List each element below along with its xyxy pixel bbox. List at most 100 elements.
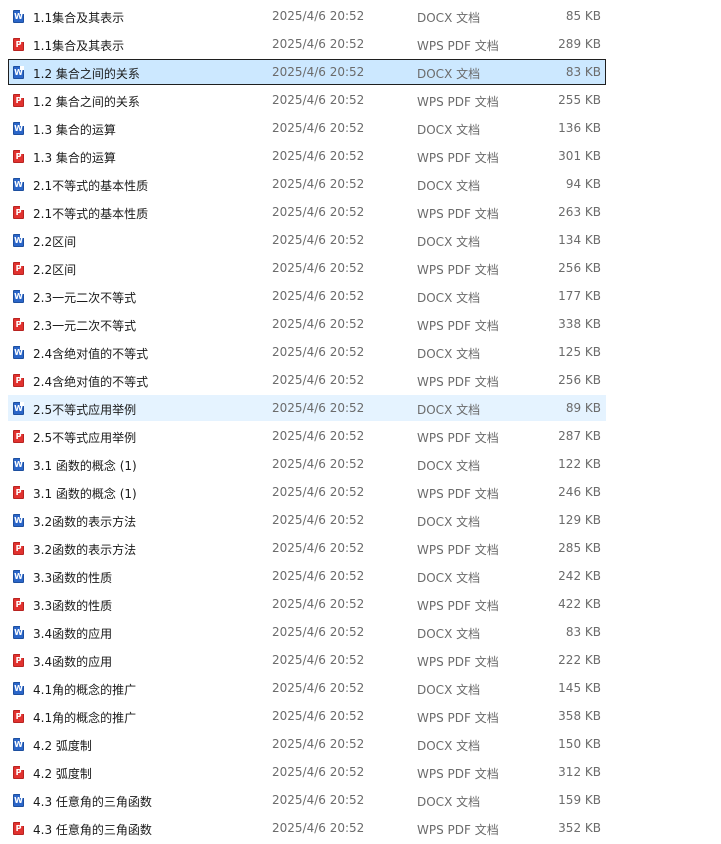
file-size: 145 KB — [558, 681, 601, 695]
file-date-modified: 2025/4/6 20:52 — [272, 289, 365, 303]
file-row[interactable]: 3.1 函数的概念 (1) 2025/4/6 20:52 WPS PDF 文档 246… — [8, 479, 606, 505]
file-name: 1.2 集合之间的关系 — [33, 67, 140, 81]
file-name: 4.2 弧度制 — [33, 767, 92, 781]
file-date-modified: 2025/4/6 20:52 — [272, 793, 365, 807]
file-row[interactable]: 1.1集合及其表示 2025/4/6 20:52 WPS PDF 文档 289 KB — [8, 31, 606, 57]
file-row[interactable]: 3.2函数的表示方法 2025/4/6 20:52 DOCX 文档 129 KB — [8, 507, 606, 533]
file-list: 1.1集合及其表示2025/4/6 20:52DOCX 文档85 KB1.1集合… — [0, 3, 721, 843]
file-size: 256 KB — [558, 373, 601, 387]
file-type: DOCX 文档 — [417, 291, 481, 305]
word-doc-icon — [13, 290, 24, 303]
file-size: 287 KB — [558, 429, 601, 443]
file-size: 150 KB — [558, 737, 601, 751]
file-date-modified: 2025/4/6 20:52 — [272, 233, 365, 247]
file-date-modified: 2025/4/6 20:52 — [272, 65, 365, 79]
word-doc-icon — [13, 10, 24, 23]
file-date-modified: 2025/4/6 20:52 — [272, 625, 365, 639]
file-row[interactable]: 3.1 函数的概念 (1) 2025/4/6 20:52 DOCX 文档 122 KB — [8, 451, 606, 477]
file-size: 289 KB — [558, 37, 601, 51]
file-type: WPS PDF 文档 — [417, 375, 499, 389]
file-row[interactable]: 2.1不等式的基本性质 2025/4/6 20:52 DOCX 文档 94 KB — [8, 171, 606, 197]
file-date-modified: 2025/4/6 20:52 — [272, 821, 365, 835]
word-doc-icon — [13, 626, 24, 639]
file-date-modified: 2025/4/6 20:52 — [272, 345, 365, 359]
file-row[interactable]: 2.2区间 2025/4/6 20:52 DOCX 文档 134 KB — [8, 227, 606, 253]
file-row[interactable]: 2.4含绝对值的不等式 2025/4/6 20:52 WPS PDF 文档 256 K… — [8, 367, 606, 393]
file-size: 134 KB — [558, 233, 601, 247]
file-size: 222 KB — [558, 653, 601, 667]
file-type: WPS PDF 文档 — [417, 39, 499, 53]
pdf-icon — [13, 318, 24, 331]
file-date-modified: 2025/4/6 20:52 — [272, 457, 365, 471]
file-type: WPS PDF 文档 — [417, 823, 499, 837]
pdf-icon — [13, 486, 24, 499]
file-date-modified: 2025/4/6 20:52 — [272, 149, 365, 163]
pdf-icon — [13, 822, 24, 835]
file-row[interactable]: 1.2 集合之间的关系 2025/4/6 20:52 WPS PDF 文档 255 K… — [8, 87, 606, 113]
file-size: 125 KB — [558, 345, 601, 359]
word-doc-icon — [13, 346, 24, 359]
file-name: 3.3函数的性质 — [33, 571, 113, 585]
file-row[interactable]: 4.1角的概念的推广 2025/4/6 20:52 DOCX 文档 145 KB — [8, 675, 606, 701]
file-date-modified: 2025/4/6 20:52 — [272, 261, 365, 275]
file-date-modified: 2025/4/6 20:52 — [272, 121, 365, 135]
file-row[interactable]: 3.3函数的性质 2025/4/6 20:52 DOCX 文档 242 KB — [8, 563, 606, 589]
pdf-icon — [13, 206, 24, 219]
file-name: 3.1 函数的概念 (1) — [33, 487, 137, 501]
file-date-modified: 2025/4/6 20:52 — [272, 597, 365, 611]
file-row[interactable]: 3.2函数的表示方法 2025/4/6 20:52 WPS PDF 文档 285 KB — [8, 535, 606, 561]
file-name: 3.2函数的表示方法 — [33, 543, 137, 557]
file-size: 159 KB — [558, 793, 601, 807]
file-size: 85 KB — [565, 9, 601, 23]
file-date-modified: 2025/4/6 20:52 — [272, 401, 365, 415]
word-doc-icon — [13, 514, 24, 527]
file-type: DOCX 文档 — [417, 459, 481, 473]
file-date-modified: 2025/4/6 20:52 — [272, 569, 365, 583]
file-type: WPS PDF 文档 — [417, 599, 499, 613]
pdf-icon — [13, 542, 24, 555]
file-type: DOCX 文档 — [417, 739, 481, 753]
file-row[interactable]: 1.3 集合的运算 2025/4/6 20:52 WPS PDF 文档 301 KB — [8, 143, 606, 169]
file-row[interactable]: 2.2区间 2025/4/6 20:52 WPS PDF 文档 256 KB — [8, 255, 606, 281]
file-name: 1.1集合及其表示 — [33, 11, 125, 25]
file-size: 312 KB — [558, 765, 601, 779]
file-row[interactable]: 3.4函数的应用 2025/4/6 20:52 DOCX 文档 83 KB — [8, 619, 606, 645]
file-row[interactable]: 2.3一元二次不等式 2025/4/6 20:52 WPS PDF 文档 338 KB — [8, 311, 606, 337]
file-row[interactable]: 4.2 弧度制 2025/4/6 20:52 DOCX 文档 150 KB — [8, 731, 606, 757]
file-type: WPS PDF 文档 — [417, 655, 499, 669]
pdf-icon — [13, 430, 24, 443]
file-name: 4.1角的概念的推广 — [33, 683, 137, 697]
file-name: 4.1角的概念的推广 — [33, 711, 137, 725]
file-row[interactable]: 1.1集合及其表示 2025/4/6 20:52 DOCX 文档 85 KB — [8, 3, 606, 29]
file-type: WPS PDF 文档 — [417, 207, 499, 221]
file-name: 4.3 任意角的三角函数 — [33, 795, 152, 809]
file-row[interactable]: 3.3函数的性质 2025/4/6 20:52 WPS PDF 文档 422 KB — [8, 591, 606, 617]
file-row[interactable]: 4.1角的概念的推广 2025/4/6 20:52 WPS PDF 文档 358 KB — [8, 703, 606, 729]
file-row[interactable]: 4.2 弧度制 2025/4/6 20:52 WPS PDF 文档 312 KB — [8, 759, 606, 785]
file-row[interactable]: 1.2 集合之间的关系 2025/4/6 20:52 DOCX 文档 83 KB — [8, 59, 606, 85]
file-date-modified: 2025/4/6 20:52 — [272, 513, 365, 527]
file-row[interactable]: 2.1不等式的基本性质 2025/4/6 20:52 WPS PDF 文档 263 K… — [8, 199, 606, 225]
file-date-modified: 2025/4/6 20:52 — [272, 37, 365, 51]
file-row[interactable]: 3.4函数的应用 2025/4/6 20:52 WPS PDF 文档 222 KB — [8, 647, 606, 673]
file-row[interactable]: 2.5不等式应用举例 2025/4/6 20:52 WPS PDF 文档 287 KB — [8, 423, 606, 449]
file-row[interactable]: 4.3 任意角的三角函数 2025/4/6 20:52 DOCX 文档 159 KB — [8, 787, 606, 813]
file-name: 2.3一元二次不等式 — [33, 319, 137, 333]
file-type: DOCX 文档 — [417, 403, 481, 417]
file-size: 256 KB — [558, 261, 601, 275]
pdf-icon — [13, 262, 24, 275]
file-size: 94 KB — [565, 177, 601, 191]
file-row[interactable]: 2.4含绝对值的不等式 2025/4/6 20:52 DOCX 文档 125 KB — [8, 339, 606, 365]
file-type: DOCX 文档 — [417, 627, 481, 641]
word-doc-icon — [13, 794, 24, 807]
file-type: DOCX 文档 — [417, 683, 481, 697]
file-row[interactable]: 2.3一元二次不等式 2025/4/6 20:52 DOCX 文档 177 KB — [8, 283, 606, 309]
file-row[interactable]: 1.3 集合的运算 2025/4/6 20:52 DOCX 文档 136 KB — [8, 115, 606, 141]
file-size: 255 KB — [558, 93, 601, 107]
file-type: WPS PDF 文档 — [417, 487, 499, 501]
file-type: WPS PDF 文档 — [417, 263, 499, 277]
file-date-modified: 2025/4/6 20:52 — [272, 737, 365, 751]
file-name: 4.3 任意角的三角函数 — [33, 823, 152, 837]
file-row[interactable]: 4.3 任意角的三角函数 2025/4/6 20:52 WPS PDF 文档 352 … — [8, 815, 606, 841]
file-row[interactable]: 2.5不等式应用举例 2025/4/6 20:52 DOCX 文档 89 KB — [8, 395, 606, 421]
